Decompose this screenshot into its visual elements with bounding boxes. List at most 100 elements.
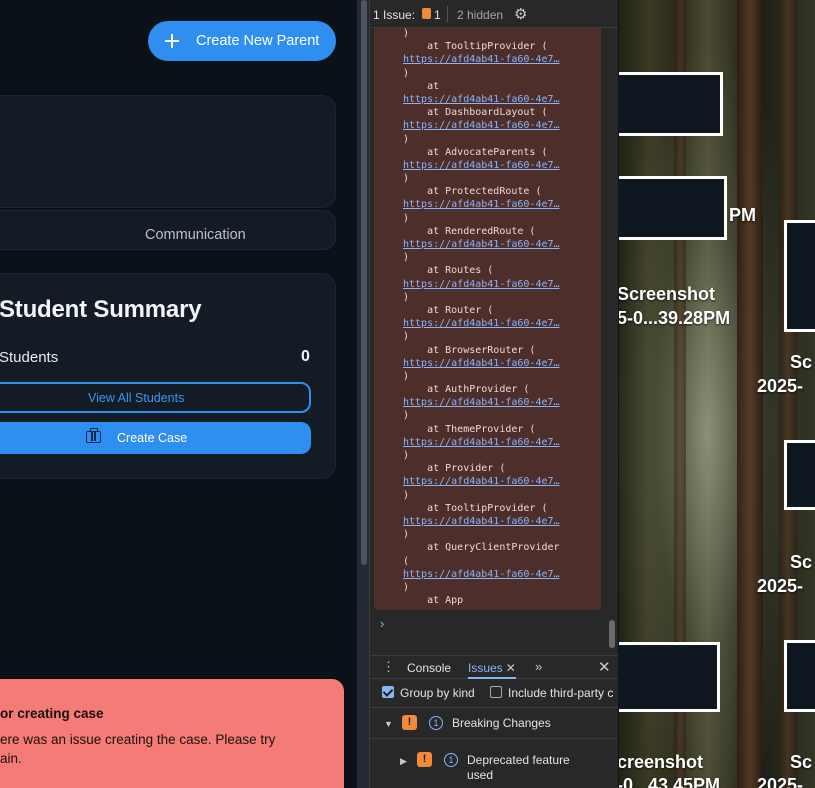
stack-line: at QueryClientProvider — [403, 542, 560, 554]
breaking-changes-row[interactable]: ▼ ! 1 Breaking Changes — [370, 709, 618, 739]
stack-source-link[interactable]: https://afd4ab41-fa60-4e7… — [403, 278, 560, 291]
include-third-party-label: Include third-party c — [508, 686, 614, 700]
plus-icon — [165, 34, 179, 48]
desktop-file-label[interactable]: Sc — [790, 752, 812, 773]
stack-line: at Router ( — [403, 304, 494, 316]
breaking-warning-icon: ! — [402, 715, 417, 730]
screenshot-thumbnail[interactable] — [784, 640, 815, 712]
stack-source-link[interactable]: https://afd4ab41-fa60-4e7… — [403, 568, 560, 581]
stack-source-link[interactable]: https://afd4ab41-fa60-4e7… — [403, 475, 560, 488]
deprecated-feature-label: Deprecated feature — [467, 753, 570, 767]
create-case-button[interactable]: Create Case — [0, 422, 311, 454]
desktop-file-label[interactable]: 2025- — [757, 376, 803, 397]
stack-source-link[interactable]: https://afd4ab41-fa60-4e7… — [403, 317, 560, 330]
screenshot-thumbnail[interactable] — [619, 176, 727, 240]
stack-line: ( — [403, 555, 410, 567]
issues-count[interactable]: 1 — [434, 8, 441, 22]
drawer-tabs: ⋮ Console Issues ✕ » ✕ — [370, 655, 618, 679]
stack-source-link[interactable]: https://afd4ab41-fa60-4e7… — [403, 357, 560, 370]
stack-line: ) — [403, 212, 410, 224]
stack-source-link[interactable]: https://afd4ab41-fa60-4e7… — [403, 396, 560, 409]
breaking-changes-label: Breaking Changes — [452, 716, 551, 730]
screenshot-thumbnail[interactable] — [784, 220, 815, 332]
stack-line: at TooltipProvider ( — [403, 41, 548, 53]
desktop-file-label[interactable]: 5-0...39.28PM — [619, 308, 730, 329]
desktop-file-label[interactable]: creenshot — [619, 752, 703, 773]
create-new-parent-label: Create New Parent — [196, 33, 320, 49]
include-third-party-checkbox[interactable] — [490, 686, 502, 698]
stack-line: ) — [403, 252, 410, 264]
stack-line: ) — [403, 581, 410, 593]
desktop-file-label[interactable]: -0...43.45PM — [619, 775, 720, 788]
close-drawer-icon[interactable]: ✕ — [598, 658, 611, 676]
toast-message-line-1: ere was an issue creating the case. Plea… — [0, 732, 276, 747]
create-new-parent-button[interactable]: Create New Parent — [148, 21, 336, 61]
stack-line: ) — [403, 331, 410, 343]
stack-line: ) — [403, 67, 410, 79]
tab-issues-label: Issues — [468, 661, 503, 675]
stack-line: ) — [403, 529, 410, 541]
chevron-right-icon[interactable]: ▶ — [400, 756, 407, 767]
stack-line: ) — [403, 450, 410, 461]
stack-line: at RenderedRoute ( — [403, 225, 536, 237]
stack-line: ) — [403, 133, 410, 145]
more-options-icon[interactable]: ⋮ — [382, 659, 395, 675]
stack-line: at DashboardLayout ( — [403, 107, 548, 119]
stack-line: ) — [403, 370, 410, 382]
desktop-file-label[interactable]: 2025- — [757, 576, 803, 597]
toolbar-divider — [447, 6, 448, 22]
stack-source-link[interactable]: https://afd4ab41-fa60-4e7… — [403, 159, 560, 172]
view-all-students-label: View All Students — [88, 391, 185, 405]
group-by-kind-checkbox[interactable] — [382, 686, 394, 698]
stack-source-link[interactable]: https://afd4ab41-fa60-4e7… — [403, 515, 560, 528]
stack-line: at AdvocateParents ( — [403, 146, 548, 158]
create-case-label: Create Case — [117, 431, 188, 445]
stack-source-link[interactable]: https://afd4ab41-fa60-4e7… — [403, 436, 560, 449]
app-scrollbar-thumb[interactable] — [361, 0, 367, 565]
stack-line: at — [403, 80, 440, 92]
stack-line: at ProtectedRoute ( — [403, 186, 542, 198]
stack-source-link[interactable]: https://afd4ab41-fa60-4e7… — [403, 53, 560, 66]
more-tabs-icon[interactable]: » — [535, 659, 542, 674]
tab-communication[interactable]: Communication — [145, 227, 246, 243]
toast-title: or creating case — [0, 706, 104, 721]
briefcase-icon — [86, 428, 101, 443]
stack-line: at Provider ( — [403, 463, 506, 475]
app-panel: Create New Parent Communication Student … — [0, 0, 360, 788]
screenshot-thumbnail[interactable] — [619, 72, 723, 136]
stack-source-link[interactable]: https://afd4ab41-fa60-4e7… — [403, 238, 560, 251]
console-scrollbar-thumb[interactable] — [609, 620, 615, 648]
stack-line: at TooltipProvider ( — [403, 502, 548, 514]
tab-console[interactable]: Console — [407, 661, 451, 675]
close-tab-icon[interactable]: ✕ — [506, 661, 516, 675]
stack-source-link[interactable]: https://afd4ab41-fa60-4e7… — [403, 119, 560, 132]
view-all-students-button[interactable]: View All Students — [0, 382, 311, 413]
issues-count-label[interactable]: 1 Issue: — [373, 8, 415, 22]
gear-icon[interactable]: ⚙ — [514, 5, 527, 23]
hidden-issues-label[interactable]: 2 hidden — [457, 8, 503, 22]
warning-icon — [422, 8, 431, 19]
stack-source-link[interactable]: https://afd4ab41-fa60-4e7… — [403, 198, 560, 211]
toast-message-line-2: ain. — [0, 751, 22, 766]
stack-line: at ThemeProvider ( — [403, 423, 536, 435]
desktop-file-label[interactable]: Sc — [790, 552, 812, 573]
tab-issues[interactable]: Issues ✕ — [468, 656, 516, 679]
desktop-file-label[interactable]: Sc — [790, 352, 812, 373]
stack-line: ) — [403, 291, 410, 303]
stack-line: at AuthProvider ( — [403, 384, 530, 396]
desktop-file-label[interactable]: PM — [729, 205, 756, 226]
stack-source-link[interactable]: https://afd4ab41-fa60-4e7… — [403, 93, 560, 106]
screenshot-thumbnail[interactable] — [784, 440, 815, 510]
stack-line: ) — [403, 410, 410, 422]
chevron-down-icon[interactable]: ▼ — [384, 719, 393, 729]
screenshot-thumbnail[interactable] — [619, 642, 720, 712]
desktop-file-label[interactable]: Screenshot — [619, 284, 715, 305]
stack-line: at Routes ( — [403, 265, 494, 277]
toast-message: ere was an issue creating the case. Plea… — [0, 730, 320, 768]
deprecated-feature-row[interactable]: ▶ ! 1 Deprecated feature used — [370, 740, 618, 788]
students-count: 0 — [301, 348, 310, 365]
devtools-panel: 1 Issue: 1 2 hidden ⚙ ) at TooltipProvid… — [369, 0, 618, 788]
issues-toolbar: 1 Issue: 1 2 hidden ⚙ — [370, 0, 618, 28]
desktop-file-label[interactable]: 2025- — [757, 775, 803, 788]
console-prompt[interactable]: › — [380, 616, 384, 631]
